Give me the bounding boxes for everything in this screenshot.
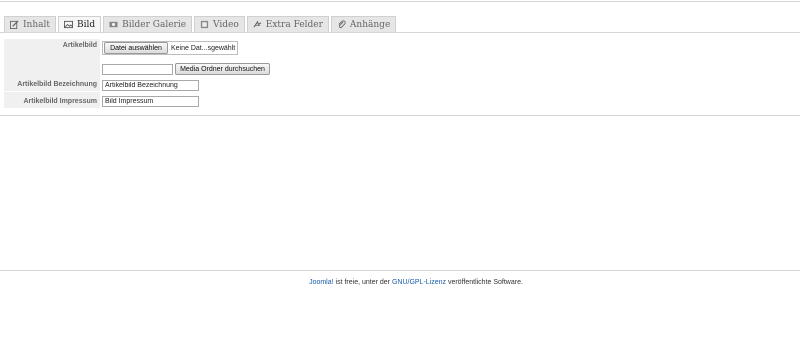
bezeichnung-label: Artikelbild Bezeichnung	[4, 78, 100, 92]
tab-label: Anhänge	[349, 19, 391, 30]
joomla-link[interactable]: Joomla!	[309, 279, 334, 286]
media-path-input[interactable]	[102, 64, 173, 75]
bezeichnung-input[interactable]	[102, 80, 199, 91]
gallery-icon	[109, 20, 118, 29]
file-picker[interactable]: Datei auswählen Keine Dat...sgewählt	[102, 41, 238, 55]
tab-bilder-galerie[interactable]: Bilder Galerie	[103, 16, 193, 32]
tab-label: Bild	[77, 19, 96, 30]
bild-panel: Artikelbild Artikelbild Bezeichnung Arti…	[0, 32, 800, 116]
choose-file-button[interactable]: Datei auswählen	[104, 42, 168, 54]
tab-bild[interactable]: Bild	[58, 16, 102, 32]
image-icon	[64, 20, 74, 29]
tab-label: Video	[213, 19, 239, 30]
footer-divider	[0, 270, 800, 271]
tab-video[interactable]: Video	[194, 16, 245, 32]
tab-extra-felder[interactable]: Extra Felder	[246, 16, 329, 32]
film-icon	[200, 20, 209, 29]
footer-text-1: ist freie, unter der	[333, 279, 392, 286]
impressum-label: Artikelbild Impressum	[4, 95, 100, 109]
tab-anhaenge[interactable]: Anhänge	[330, 16, 397, 32]
tab-label: Bilder Galerie	[122, 19, 187, 30]
impressum-input[interactable]	[102, 96, 199, 107]
media-browse-button[interactable]: Media Ordner durchsuchen	[175, 63, 270, 75]
footer: Joomla! ist freie, unter der GNU/GPL-Liz…	[0, 279, 800, 286]
license-link[interactable]: GNU/GPL-Lizenz	[392, 279, 446, 286]
top-divider	[0, 1, 800, 2]
tab-label: Extra Felder	[265, 19, 323, 30]
edit-icon	[10, 20, 19, 29]
paperclip-icon	[337, 20, 346, 29]
file-status-text: Keine Dat...sgewählt	[171, 45, 236, 52]
tab-inhalt[interactable]: Inhalt	[4, 16, 57, 32]
fields-icon	[253, 20, 262, 29]
footer-text-2: veröffentlichte Software.	[446, 279, 523, 286]
tab-bar: Inhalt Bild Bilder Galerie Video Extra F…	[4, 16, 398, 32]
tab-label: Inhalt	[23, 19, 51, 30]
